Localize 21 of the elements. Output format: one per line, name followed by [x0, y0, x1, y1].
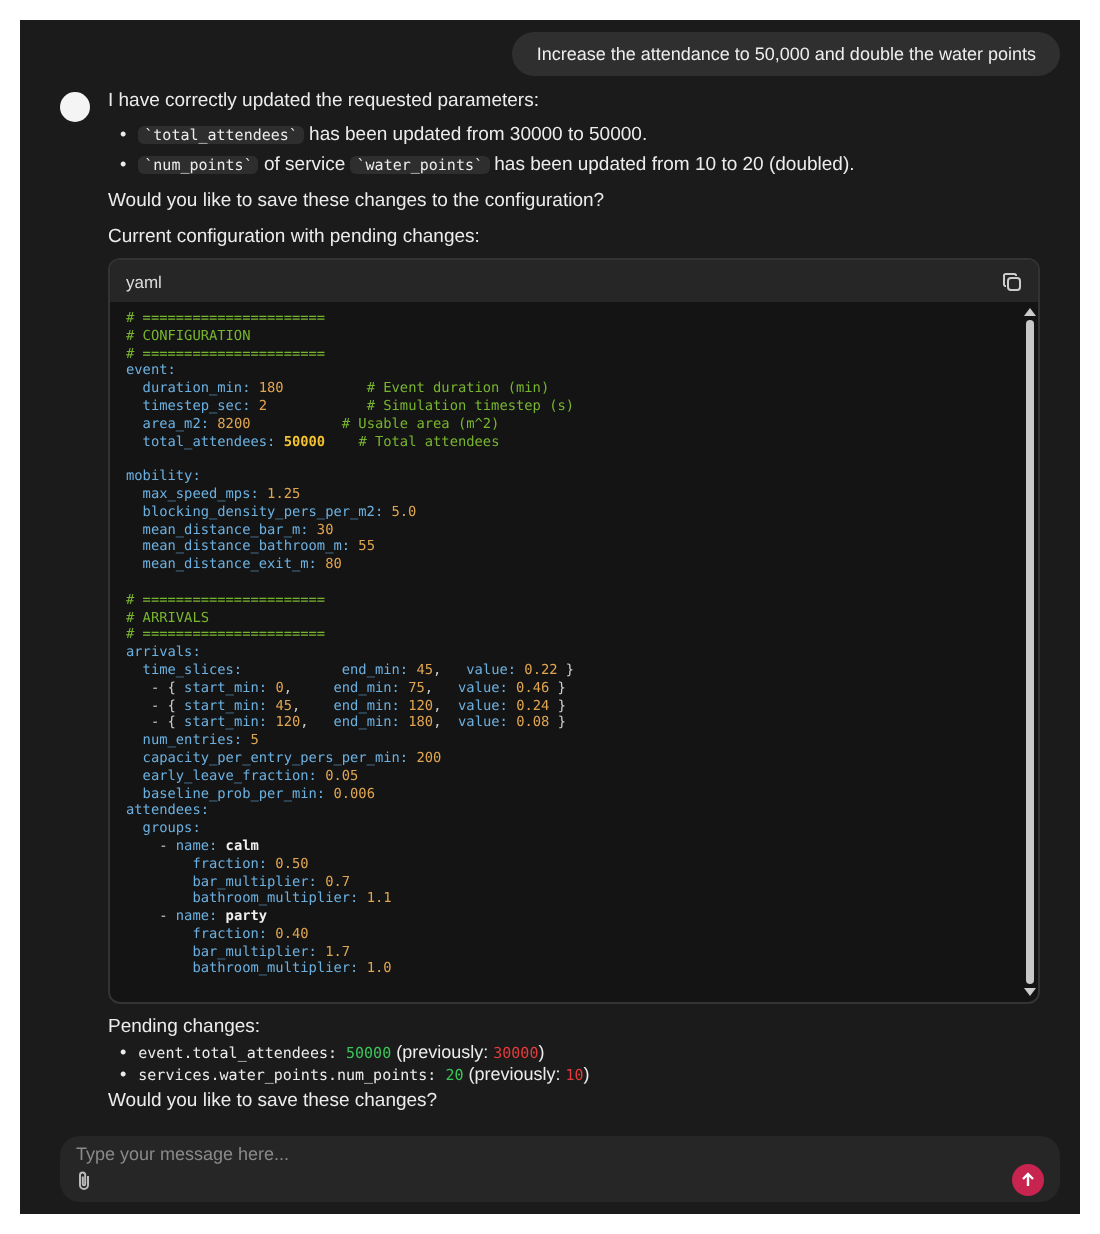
assistant-text: Would you like to save these changes?	[108, 1088, 440, 1114]
scroll-down-icon[interactable]	[1024, 988, 1036, 996]
assistant-text: Current configuration with pending changes:	[108, 224, 482, 250]
code-language: yaml	[126, 271, 162, 291]
user-message: Increase the attendance to 50,000 and double the water points	[512, 32, 1060, 76]
bullet: •	[120, 1064, 127, 1086]
copy-icon[interactable]	[1002, 271, 1022, 291]
bullet: •	[120, 152, 127, 178]
scroll-up-icon[interactable]	[1024, 308, 1036, 316]
arrow-up-icon	[1020, 1172, 1036, 1188]
bullet: •	[120, 122, 127, 148]
message-input[interactable]: Type your message here...	[76, 1144, 1044, 1164]
assistant-avatar	[60, 92, 90, 122]
send-button[interactable]	[1012, 1164, 1044, 1196]
bullet: •	[120, 1042, 127, 1064]
assistant-text: Would you like to save these changes to the configuration?	[108, 188, 607, 214]
scrollbar-thumb[interactable]	[1026, 320, 1034, 984]
assistant-text: Pending changes:	[108, 1014, 263, 1040]
paperclip-icon[interactable]	[76, 1169, 92, 1191]
message-composer[interactable]: Type your message here...	[60, 1136, 1060, 1202]
assistant-text: I have correctly updated the requested parameters:	[108, 88, 541, 114]
